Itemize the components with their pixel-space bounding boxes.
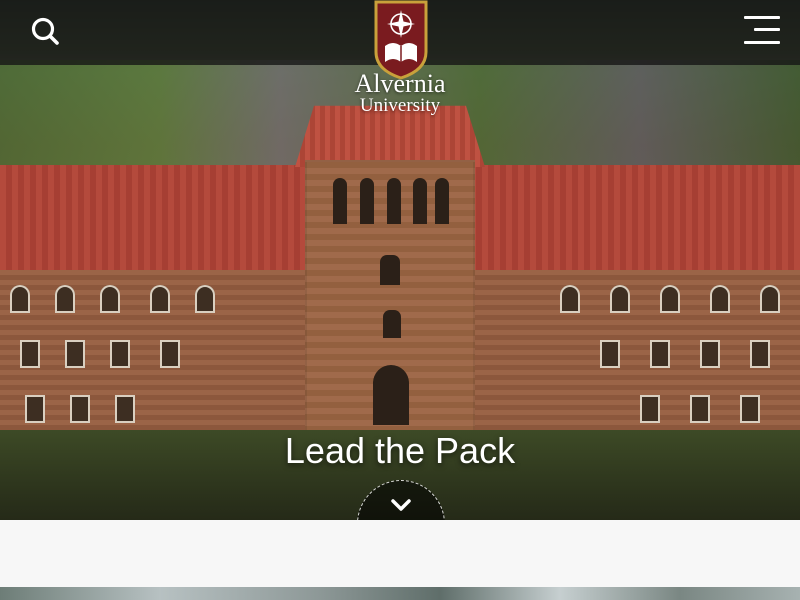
crest-icon [374,0,428,80]
building-tower [305,160,475,450]
menu-button[interactable] [740,14,780,48]
search-button[interactable] [28,14,64,50]
logo-subtitle: University [359,95,441,116]
university-logo[interactable]: Alvernia University [340,0,460,125]
building-roof-left [0,165,315,275]
building-roof-right [470,165,800,275]
chevron-down-icon [391,499,411,511]
logo-name: Alvernia [354,69,446,98]
next-section-image [0,587,800,600]
hero-headline: Lead the Pack [284,430,516,471]
search-icon [31,17,59,45]
content-band [0,520,800,587]
